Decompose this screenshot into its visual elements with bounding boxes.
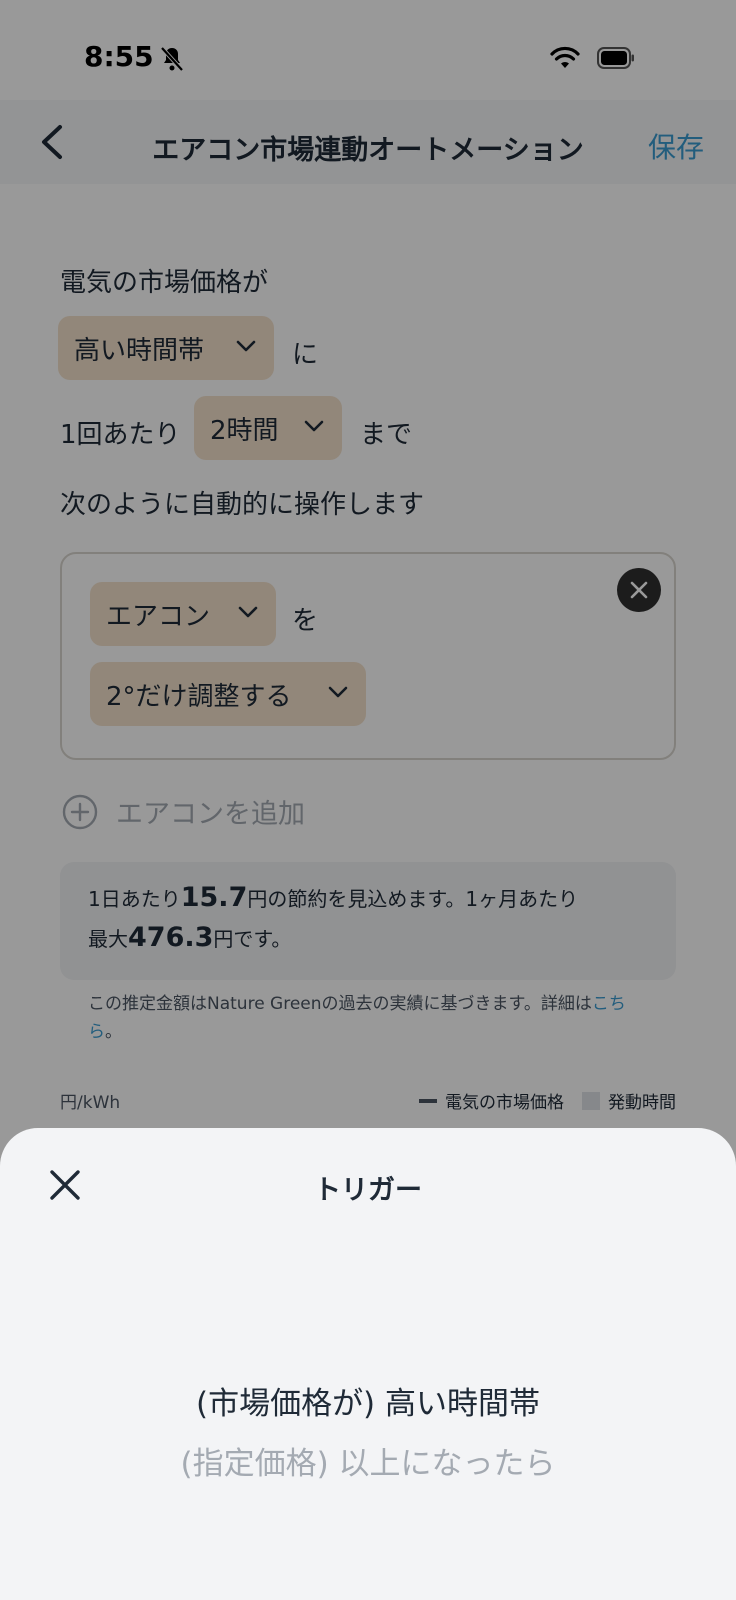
trigger-sheet: トリガー (市場価格が) 高い時間帯 (指定価格) 以上になったら — [0, 1128, 736, 1600]
picker-option[interactable]: (指定価格) 以上になったら — [0, 1438, 736, 1483]
picker-option-selected[interactable]: (市場価格が) 高い時間帯 — [0, 1378, 736, 1423]
sheet-title: トリガー — [314, 1175, 422, 1206]
screen: 8:55 エアコン市場連動オートメーション 保存 電気の市場価格が 高い時間帯 … — [0, 0, 736, 1600]
